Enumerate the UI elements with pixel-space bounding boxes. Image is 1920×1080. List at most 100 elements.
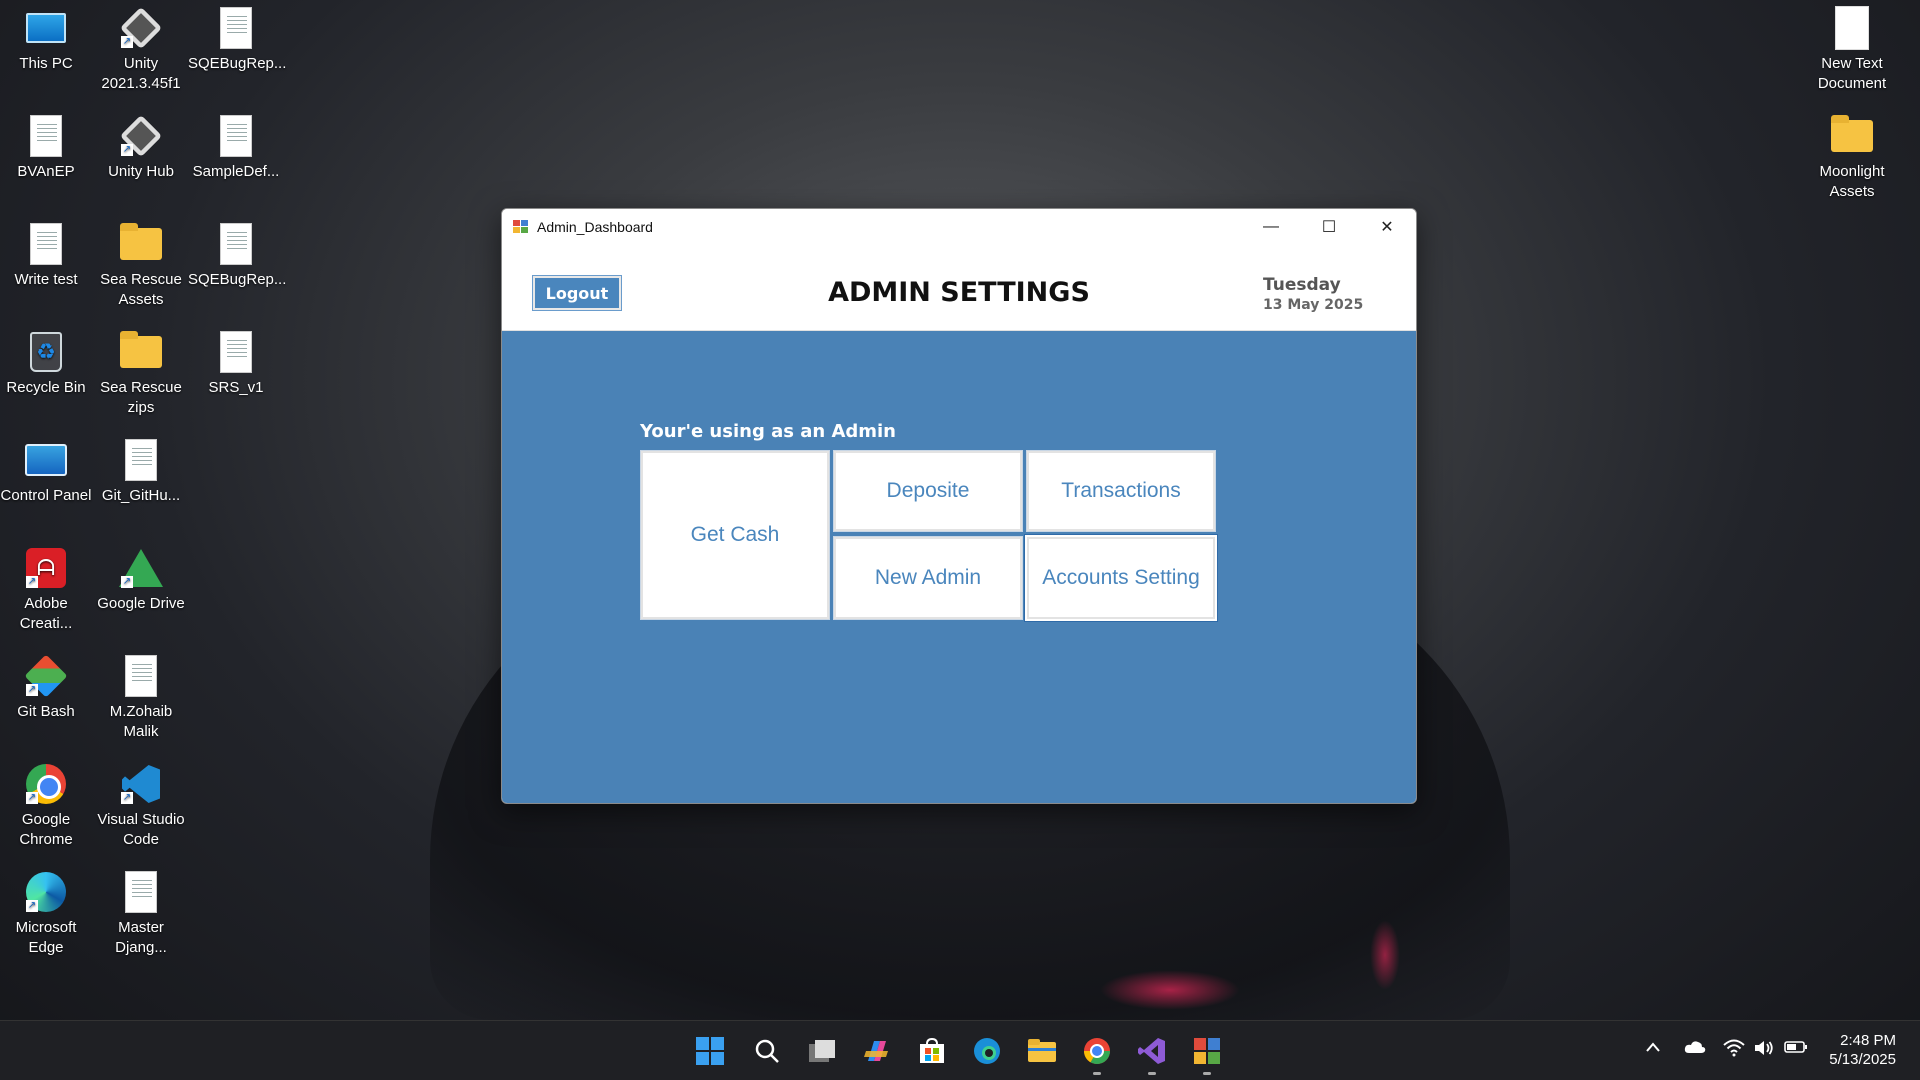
- desktop-icon-label: M.Zohaib Malik: [109, 703, 173, 740]
- desktop-icon-master-django[interactable]: Master Djang...: [93, 870, 189, 958]
- header: Logout ADMIN SETTINGS Tuesday 13 May 202…: [502, 245, 1416, 331]
- recycle-bin-icon: ♻: [24, 330, 68, 374]
- desktop-icon-recycle-bin[interactable]: ♻ Recycle Bin: [0, 330, 94, 398]
- desktop-icon-moonlight-assets[interactable]: Moonlight Assets: [1804, 114, 1900, 202]
- desktop-icon-label: BVAnEP: [17, 163, 75, 180]
- onedrive-icon[interactable]: [1684, 1039, 1706, 1058]
- main-panel: Your'e using as an Admin Get Cash Deposi…: [502, 331, 1416, 803]
- minimize-button[interactable]: —: [1242, 209, 1300, 245]
- desktop-icon-google-drive[interactable]: ↗ Google Drive: [93, 546, 189, 614]
- desktop-icon-new-text-document[interactable]: New Text Document: [1804, 6, 1900, 94]
- wallpaper-glow: [1100, 970, 1240, 1010]
- file-explorer-icon[interactable]: [1026, 1035, 1058, 1067]
- desktop-icon-label: Sea Rescue Assets: [100, 271, 182, 308]
- clock-time: 2:48 PM: [1840, 1032, 1896, 1049]
- desktop-icon-this-pc[interactable]: This PC: [0, 6, 94, 74]
- desktop-icon-vscode[interactable]: ↗ Visual Studio Code: [93, 762, 189, 850]
- desktop-icon-write-test[interactable]: Write test: [0, 222, 94, 290]
- chevron-up-icon[interactable]: [1644, 1039, 1662, 1058]
- desktop-icon-unity[interactable]: ↗ Unity 2021.3.45f1: [93, 6, 189, 94]
- edge-icon[interactable]: [971, 1035, 1003, 1067]
- admin-subtitle: Your'e using as an Admin: [640, 421, 896, 442]
- desktop-icon-label: Unity Hub: [108, 163, 174, 180]
- desktop-icon-sea-rescue-assets[interactable]: Sea Rescue Assets: [93, 222, 189, 310]
- desktop-icon-label: Google Drive: [97, 595, 185, 612]
- running-indicator: [1203, 1072, 1211, 1075]
- date-label: 13 May 2025: [1263, 297, 1364, 313]
- chrome-icon: ↗: [24, 762, 68, 806]
- copilot-icon[interactable]: [861, 1035, 893, 1067]
- edge-icon: ↗: [24, 870, 68, 914]
- desktop-icon-label: New Text Document: [1817, 55, 1887, 92]
- task-view-icon[interactable]: [806, 1035, 838, 1067]
- desktop-icon-git-bash[interactable]: ↗ Git Bash: [0, 654, 94, 722]
- document-icon: [119, 438, 163, 482]
- search-icon[interactable]: [751, 1035, 783, 1067]
- desktop-icon-label: SRS_v1: [208, 379, 264, 396]
- clock-date: 5/13/2025: [1829, 1051, 1896, 1068]
- document-icon: [214, 114, 258, 158]
- text-document-icon: [1830, 6, 1874, 50]
- desktop-icon-label: Sea Rescue zips: [100, 379, 182, 416]
- desktop-icon-label: Adobe Creati...: [19, 595, 73, 632]
- document-icon: [119, 870, 163, 914]
- app-icon: [513, 220, 529, 234]
- desktop-icon-mzohaib-malik[interactable]: M.Zohaib Malik: [93, 654, 189, 742]
- date-day-label: Tuesday: [1263, 275, 1341, 295]
- desktop-icon-git-github[interactable]: Git_GitHu...: [93, 438, 189, 506]
- document-icon: [214, 330, 258, 374]
- desktop-icon-label: Visual Studio Code: [97, 811, 185, 848]
- deposite-button[interactable]: Deposite: [834, 451, 1022, 531]
- desktop-icon-srs-v1[interactable]: SRS_v1: [188, 330, 284, 398]
- desktop-icon-control-panel[interactable]: Control Panel: [0, 438, 94, 506]
- git-bash-icon: ↗: [24, 654, 68, 698]
- visual-studio-icon[interactable]: [1136, 1035, 1168, 1075]
- window-title: Admin_Dashboard: [537, 219, 653, 235]
- desktop-icon-label: Git_GitHu...: [101, 487, 181, 504]
- document-icon: [214, 222, 258, 266]
- clock[interactable]: 2:48 PM 5/13/2025: [1829, 1031, 1896, 1069]
- desktop-icon-chrome[interactable]: ↗ Google Chrome: [0, 762, 94, 850]
- unity-icon: ↗: [119, 6, 163, 50]
- accounts-setting-button[interactable]: Accounts Setting: [1027, 537, 1215, 619]
- desktop-icon-adobe[interactable]: ᗩ ↗ Adobe Creati...: [0, 546, 94, 634]
- vscode-icon: ↗: [119, 762, 163, 806]
- desktop-icon-label: Microsoft Edge: [15, 919, 77, 956]
- close-button[interactable]: ✕: [1358, 209, 1416, 245]
- battery-icon[interactable]: [1784, 1039, 1808, 1059]
- wallpaper-glow: [1370, 920, 1400, 990]
- desktop-icon-label: Recycle Bin: [6, 379, 86, 396]
- document-icon: [119, 654, 163, 698]
- folder-icon: [1830, 114, 1874, 158]
- running-indicator: [1093, 1072, 1101, 1075]
- google-drive-icon: ↗: [119, 546, 163, 590]
- store-icon[interactable]: [916, 1035, 948, 1067]
- adobe-icon: ᗩ ↗: [24, 546, 68, 590]
- desktop-icon-label: Moonlight Assets: [1819, 163, 1885, 200]
- volume-icon[interactable]: [1753, 1039, 1775, 1061]
- monitor-icon: [24, 6, 68, 50]
- title-bar[interactable]: Admin_Dashboard — ☐ ✕: [502, 209, 1416, 245]
- desktop-icon-edge[interactable]: ↗ Microsoft Edge: [0, 870, 94, 958]
- desktop-icon-label: SampleDef...: [192, 163, 280, 180]
- desktop-icon-sampledef[interactable]: SampleDef...: [188, 114, 284, 182]
- wifi-icon[interactable]: [1723, 1039, 1745, 1061]
- desktop-icon-label: Write test: [14, 271, 78, 288]
- chrome-icon[interactable]: [1081, 1035, 1113, 1075]
- winforms-app-icon[interactable]: [1191, 1035, 1223, 1075]
- document-icon: [214, 6, 258, 50]
- start-icon[interactable]: [694, 1035, 726, 1067]
- desktop-icon-label: This PC: [19, 55, 73, 72]
- desktop-icon-sqebugrep-1[interactable]: SQEBugRep...: [188, 6, 286, 74]
- admin-dashboard-window: Admin_Dashboard — ☐ ✕ Logout ADMIN SETTI…: [501, 208, 1417, 804]
- desktop-icon-sqebugrep-2[interactable]: SQEBugRep...: [188, 222, 287, 290]
- desktop-icon-unity-hub[interactable]: ↗ Unity Hub: [93, 114, 189, 182]
- new-admin-button[interactable]: New Admin: [834, 537, 1022, 619]
- get-cash-button[interactable]: Get Cash: [641, 451, 829, 619]
- desktop-icon-label: SQEBugRep...: [188, 271, 287, 288]
- maximize-button[interactable]: ☐: [1300, 209, 1358, 245]
- desktop-icon-label: Unity 2021.3.45f1: [101, 55, 181, 92]
- desktop-icon-sea-rescue-zips[interactable]: Sea Rescue zips: [93, 330, 189, 418]
- transactions-button[interactable]: Transactions: [1027, 451, 1215, 531]
- desktop-icon-bvanep[interactable]: BVAnEP: [0, 114, 94, 182]
